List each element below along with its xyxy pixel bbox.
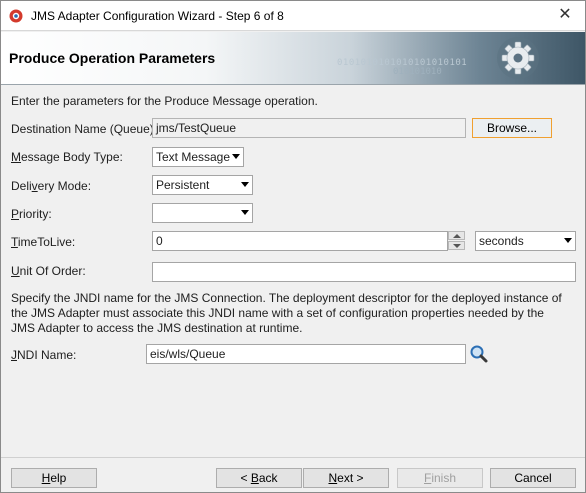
content-panel: Enter the parameters for the Produce Mes…	[1, 86, 585, 456]
destination-field[interactable]: jms/TestQueue	[152, 118, 466, 138]
chevron-down-icon	[564, 238, 572, 243]
jndi-name-input[interactable]: eis/wls/Queue	[146, 344, 466, 364]
page-title: Produce Operation Parameters	[9, 50, 216, 66]
search-icon[interactable]	[469, 344, 489, 364]
unit-of-order-label: Unit Of Order:	[11, 264, 86, 278]
help-button[interactable]: Help	[11, 468, 97, 488]
chevron-down-icon	[232, 154, 240, 159]
cancel-button[interactable]: Cancel	[490, 468, 576, 488]
chevron-down-icon	[241, 182, 249, 187]
wizard-window: JMS Adapter Configuration Wizard - Step …	[0, 0, 586, 493]
header-banner: Produce Operation Parameters 01010101010…	[1, 32, 585, 85]
delivery-mode-label: Delivery Mode:	[11, 179, 92, 193]
banner-binary-decoration-2: 010101010	[393, 67, 442, 77]
message-body-type-label: Message Body Type:	[11, 150, 123, 164]
message-body-type-value: Text Message	[156, 150, 231, 164]
next-button[interactable]: Next >	[303, 468, 389, 488]
priority-select[interactable]	[152, 203, 253, 223]
close-icon[interactable]: ✕	[555, 5, 575, 25]
window-title: JMS Adapter Configuration Wizard - Step …	[31, 9, 284, 23]
chevron-down-icon	[241, 210, 249, 215]
finish-button[interactable]: Finish	[397, 468, 483, 488]
time-unit-value: seconds	[479, 234, 524, 248]
jndi-description: Specify the JNDI name for the JMS Connec…	[11, 291, 562, 335]
button-bar: Help < Back Next > Finish Cancel	[1, 457, 585, 493]
priority-label: Priority:	[11, 207, 52, 221]
back-button[interactable]: < Back	[216, 468, 302, 488]
time-to-live-label: TimeToLive:	[11, 235, 76, 249]
jndi-name-label: JNDI Name:	[11, 348, 77, 362]
time-to-live-input[interactable]: 0	[152, 231, 448, 251]
intro-text: Enter the parameters for the Produce Mes…	[11, 94, 318, 108]
delivery-mode-select[interactable]: Persistent	[152, 175, 253, 195]
browse-button[interactable]: Browse...	[472, 118, 552, 138]
time-to-live-stepper[interactable]	[448, 231, 465, 251]
gear-icon	[497, 37, 539, 79]
app-icon	[9, 9, 23, 23]
delivery-mode-value: Persistent	[156, 178, 210, 192]
message-body-type-select[interactable]: Text Message	[152, 147, 244, 167]
time-unit-select[interactable]: seconds	[475, 231, 576, 251]
unit-of-order-input[interactable]	[152, 262, 576, 282]
stepper-up-icon[interactable]	[448, 231, 465, 240]
title-bar: JMS Adapter Configuration Wizard - Step …	[1, 1, 585, 31]
stepper-down-icon[interactable]	[448, 241, 465, 250]
destination-label: Destination Name (Queue):	[11, 122, 158, 136]
